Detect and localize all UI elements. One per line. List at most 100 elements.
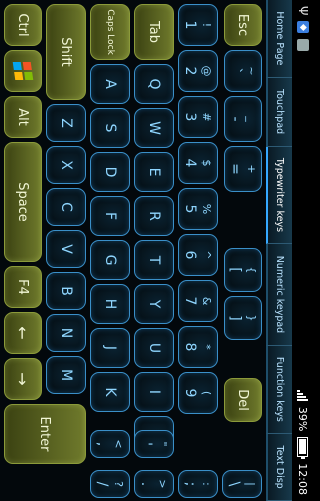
right-arrow-icon: →	[13, 372, 33, 386]
key-digit-1[interactable]: ! 1	[178, 4, 218, 46]
ctrl-key[interactable]: Ctrl	[4, 4, 42, 46]
key-label-bottom: -	[227, 116, 244, 122]
key-label-bottom: 5	[182, 204, 199, 214]
f4-key[interactable]: F4	[4, 266, 42, 308]
key-label-top: $	[200, 159, 214, 167]
key-q[interactable]: Q	[134, 64, 174, 104]
battery-icon	[297, 437, 309, 458]
key-label-bottom: 9	[182, 388, 199, 398]
left-arrow-key[interactable]: ←	[4, 312, 42, 354]
tab-key[interactable]: Tab	[134, 4, 174, 60]
key-j[interactable]: J	[90, 328, 130, 368]
key-punct-3[interactable]: <,	[90, 430, 130, 458]
key-digit-5[interactable]: % 5	[178, 188, 218, 230]
tab-text-disp[interactable]: Text Disp	[266, 434, 292, 501]
key-g[interactable]: G	[90, 240, 130, 280]
key-z[interactable]: Z	[46, 104, 86, 142]
f4-key-label: F4	[15, 279, 31, 295]
key-k[interactable]: K	[90, 372, 130, 412]
key-label: Y	[146, 299, 162, 309]
key-label: Q	[146, 78, 162, 90]
key-c[interactable]: C	[46, 188, 86, 226]
key-label: U	[146, 342, 162, 354]
key-punct-4[interactable]: >.	[134, 470, 174, 498]
key-x[interactable]: X	[46, 146, 86, 184]
key-label: X	[58, 160, 74, 170]
key-digit-8[interactable]: * 8	[178, 326, 218, 368]
key-label-bottom: `	[227, 67, 244, 75]
windows-key[interactable]	[4, 50, 42, 92]
app-notification-icon: ◆	[297, 21, 309, 34]
key-i[interactable]: I	[134, 372, 174, 412]
key-label-top: :	[200, 482, 214, 486]
key-y[interactable]: Y	[134, 284, 174, 324]
caps-lock-key[interactable]: Caps Lock	[90, 4, 130, 60]
key-label: A	[102, 79, 118, 89]
key-minus[interactable]: _ -	[224, 96, 262, 142]
key-label-bottom: 7	[182, 296, 199, 306]
alt-key[interactable]: Alt	[4, 96, 42, 138]
tab-numeric-keypad[interactable]: Numeric keypad	[266, 244, 292, 346]
key-digit-9[interactable]: (9	[178, 372, 218, 414]
key-close-bracket[interactable]: } ]	[224, 296, 262, 340]
key-label-bottom: =	[227, 163, 244, 175]
pen-icon	[297, 39, 309, 52]
key-label-top: #	[200, 112, 214, 122]
key-open-bracket[interactable]: { [	[224, 248, 262, 292]
key-a[interactable]: A	[90, 64, 130, 104]
key-label: V	[58, 244, 74, 254]
key-n[interactable]: N	[46, 314, 86, 352]
key-label-top: _	[245, 116, 259, 122]
right-arrow-key[interactable]: →	[4, 358, 42, 400]
key-label-top: !	[200, 22, 214, 28]
key-label: F	[102, 211, 118, 221]
key-v[interactable]: V	[46, 230, 86, 268]
key-r[interactable]: R	[134, 196, 174, 236]
key-label: T	[146, 255, 162, 265]
key-punct-5[interactable]: ? /	[90, 470, 130, 498]
key-label-top: @	[200, 65, 214, 77]
enter-key[interactable]: Enter	[4, 404, 86, 464]
key-equals[interactable]: + =	[224, 146, 262, 192]
key-u[interactable]: U	[134, 328, 174, 368]
key-s[interactable]: S	[90, 108, 130, 148]
tab-touchpad[interactable]: Touchpad	[266, 77, 292, 147]
space-key[interactable]: Space	[4, 142, 42, 262]
key-label-top: &	[200, 296, 214, 306]
shift-key-label: Shift	[58, 37, 74, 67]
shift-key[interactable]: Shift	[46, 4, 86, 100]
esc-key[interactable]: Esc	[224, 4, 262, 46]
key-label-bottom: [	[227, 267, 244, 273]
tab-typewriter-keys[interactable]: Typewriter keys	[266, 146, 292, 245]
key-digit-3[interactable]: #3	[178, 96, 218, 138]
key-label: K	[102, 387, 118, 397]
delete-key[interactable]: Del	[224, 378, 262, 422]
clock: 12:08	[296, 463, 310, 495]
key-label-top: }	[245, 314, 259, 322]
caps-lock-key-label: Caps Lock	[105, 9, 115, 55]
tab-function-keys[interactable]: Function keys	[266, 345, 292, 435]
key-punct-1[interactable]: :;	[178, 470, 218, 498]
key-label-top: <	[112, 439, 126, 449]
key-t[interactable]: T	[134, 240, 174, 280]
key-backtick[interactable]: ~ `	[224, 50, 262, 92]
key-digit-7[interactable]: & 7	[178, 280, 218, 322]
key-digit-4[interactable]: $4	[178, 142, 218, 184]
key-label-top: >	[156, 479, 170, 489]
key-m[interactable]: M	[46, 356, 86, 394]
key-e[interactable]: E	[134, 152, 174, 192]
key-f[interactable]: F	[90, 196, 130, 236]
key-punct-2[interactable]: " '	[134, 430, 174, 458]
esc-key-label: Esc	[235, 13, 251, 37]
key-w[interactable]: W	[134, 108, 174, 148]
key-punct-0[interactable]: | \	[222, 470, 262, 498]
key-label-top: %	[200, 203, 214, 215]
key-b[interactable]: B	[46, 272, 86, 310]
key-digit-6[interactable]: ^ 6	[178, 234, 218, 276]
key-h[interactable]: H	[90, 284, 130, 324]
key-label: S	[102, 123, 118, 133]
key-digit-2[interactable]: @2	[178, 50, 218, 92]
key-label-top: ?	[112, 481, 126, 487]
tab-home-page[interactable]: Home Page	[266, 0, 292, 78]
key-d[interactable]: D	[90, 152, 130, 192]
